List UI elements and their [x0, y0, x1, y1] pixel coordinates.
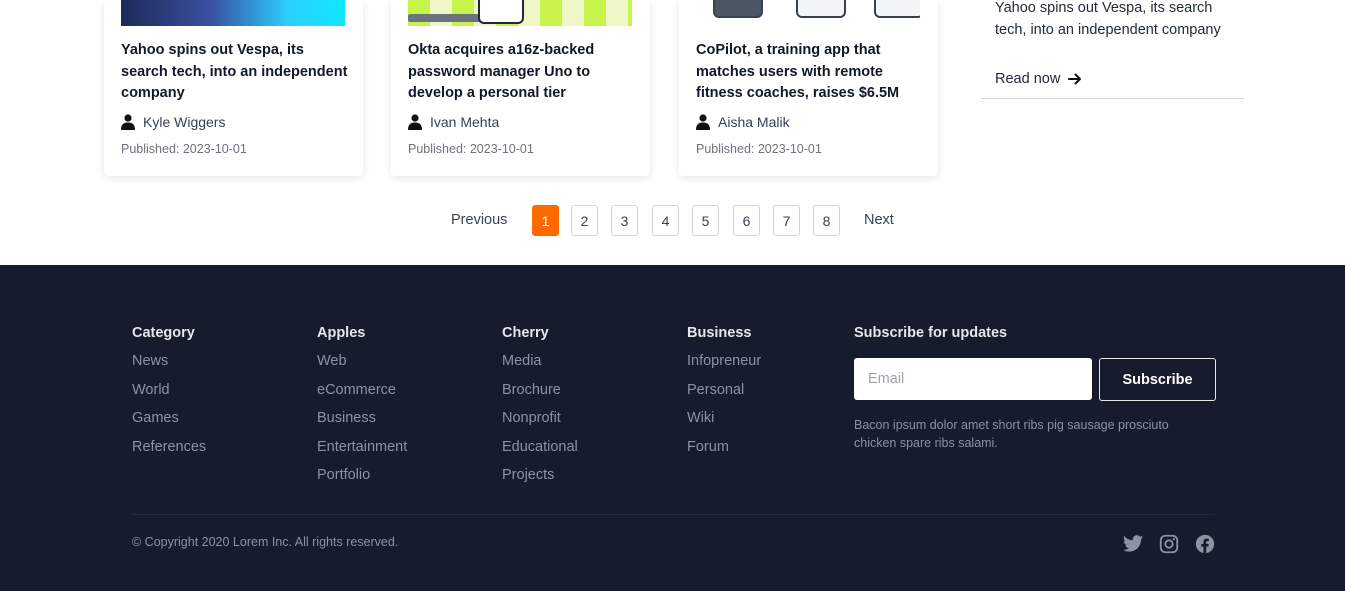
- footer-link[interactable]: Personal: [687, 380, 761, 409]
- social-links: [1122, 533, 1216, 555]
- footer-link[interactable]: Web: [317, 351, 407, 380]
- author-name: Kyle Wiggers: [143, 114, 226, 130]
- footer-column-heading: Apples: [317, 325, 366, 341]
- footer-column-heading: Business: [687, 325, 752, 341]
- copyright-text: © Copyright 2020 Lorem Inc. All rights r…: [132, 535, 399, 549]
- twitter-icon[interactable]: [1122, 533, 1144, 555]
- article-title[interactable]: Yahoo spins out Vespa, its search tech, …: [121, 40, 349, 105]
- footer-link[interactable]: Games: [132, 408, 206, 437]
- instagram-icon[interactable]: [1158, 533, 1180, 555]
- article-title[interactable]: CoPilot, a training app that matches use…: [696, 40, 924, 105]
- footer-column-heading: Category: [132, 325, 195, 341]
- footer-link[interactable]: Business: [317, 408, 407, 437]
- page-button-8[interactable]: 8: [813, 205, 840, 236]
- article-thumbnail[interactable]: [121, 0, 345, 26]
- page-button-6[interactable]: 6: [733, 205, 760, 236]
- previous-page-link[interactable]: Previous: [451, 212, 507, 228]
- user-icon: [121, 114, 135, 130]
- footer-link[interactable]: Infopreneur: [687, 351, 761, 380]
- footer-column-apples: Apples Web eCommerce Business Entertainm…: [317, 323, 407, 494]
- page-button-5[interactable]: 5: [692, 205, 719, 236]
- phone-graphic: [874, 0, 920, 18]
- footer-link[interactable]: Portfolio: [317, 465, 407, 494]
- footer-column-category: Category News World Games References: [132, 323, 206, 465]
- footer-link[interactable]: Forum: [687, 437, 761, 466]
- email-input[interactable]: [854, 358, 1092, 400]
- user-icon: [408, 114, 422, 130]
- footer-link[interactable]: Wiki: [687, 408, 761, 437]
- page-button-1[interactable]: 1: [532, 205, 559, 236]
- article-card[interactable]: CoPilot, a training app that matches use…: [679, 0, 938, 176]
- article-thumbnail[interactable]: [696, 0, 920, 26]
- author-name: Aisha Malik: [718, 114, 790, 130]
- footer-link[interactable]: eCommerce: [317, 380, 407, 409]
- pagination: Previous 1 2 3 4 5 6 7 8 Next: [0, 205, 1345, 237]
- footer-link[interactable]: Nonprofit: [502, 408, 578, 437]
- user-icon: [696, 114, 710, 130]
- sidebar-article-title[interactable]: Yahoo spins out Vespa, its search tech, …: [995, 0, 1235, 41]
- sidebar-article: Yahoo spins out Vespa, its search tech, …: [981, 0, 1244, 99]
- read-now-link[interactable]: Read now: [995, 71, 1082, 87]
- footer-link[interactable]: Projects: [502, 465, 578, 494]
- page-button-3[interactable]: 3: [611, 205, 638, 236]
- published-date: Published: 2023-10-01: [121, 142, 247, 156]
- subscribe-section: Subscribe for updates Subscribe Bacon ip…: [854, 323, 1216, 450]
- article-title[interactable]: Okta acquires a16z-backed password manag…: [408, 40, 636, 105]
- next-page-link[interactable]: Next: [864, 212, 894, 228]
- article-thumbnail[interactable]: [408, 0, 632, 26]
- footer-link[interactable]: News: [132, 351, 206, 380]
- footer-column-cherry: Cherry Media Brochure Nonprofit Educatio…: [502, 323, 578, 494]
- footer-column-business: Business Infopreneur Personal Wiki Forum: [687, 323, 761, 465]
- footer-link[interactable]: References: [132, 437, 206, 466]
- author-name: Ivan Mehta: [430, 114, 500, 130]
- article-author: Ivan Mehta: [408, 114, 499, 130]
- arrow-right-icon: [1068, 73, 1082, 85]
- published-date: Published: 2023-10-01: [696, 142, 822, 156]
- footer-link[interactable]: World: [132, 380, 206, 409]
- read-now-label: Read now: [995, 71, 1061, 87]
- article-card[interactable]: Okta acquires a16z-backed password manag…: [391, 0, 650, 176]
- footer-link[interactable]: Brochure: [502, 380, 578, 409]
- article-author: Kyle Wiggers: [121, 114, 225, 130]
- footer: Category News World Games References App…: [0, 265, 1345, 591]
- page-button-4[interactable]: 4: [652, 205, 679, 236]
- footer-link[interactable]: Educational: [502, 437, 578, 466]
- footer-link[interactable]: Media: [502, 351, 578, 380]
- phone-graphic: [796, 0, 846, 18]
- phone-graphic: [713, 0, 763, 18]
- phone-graphic: [478, 0, 524, 24]
- subscribe-button[interactable]: Subscribe: [1099, 358, 1216, 401]
- article-card[interactable]: Yahoo spins out Vespa, its search tech, …: [104, 0, 363, 176]
- article-author: Aisha Malik: [696, 114, 790, 130]
- footer-divider: [132, 514, 1215, 515]
- published-date: Published: 2023-10-01: [408, 142, 534, 156]
- footer-link[interactable]: Entertainment: [317, 437, 407, 466]
- page-button-2[interactable]: 2: [571, 205, 598, 236]
- footer-column-heading: Cherry: [502, 325, 549, 341]
- facebook-icon[interactable]: [1194, 533, 1216, 555]
- subscribe-heading: Subscribe for updates: [854, 325, 1008, 341]
- subscribe-description: Bacon ipsum dolor amet short ribs pig sa…: [854, 418, 1169, 450]
- page-button-7[interactable]: 7: [773, 205, 800, 236]
